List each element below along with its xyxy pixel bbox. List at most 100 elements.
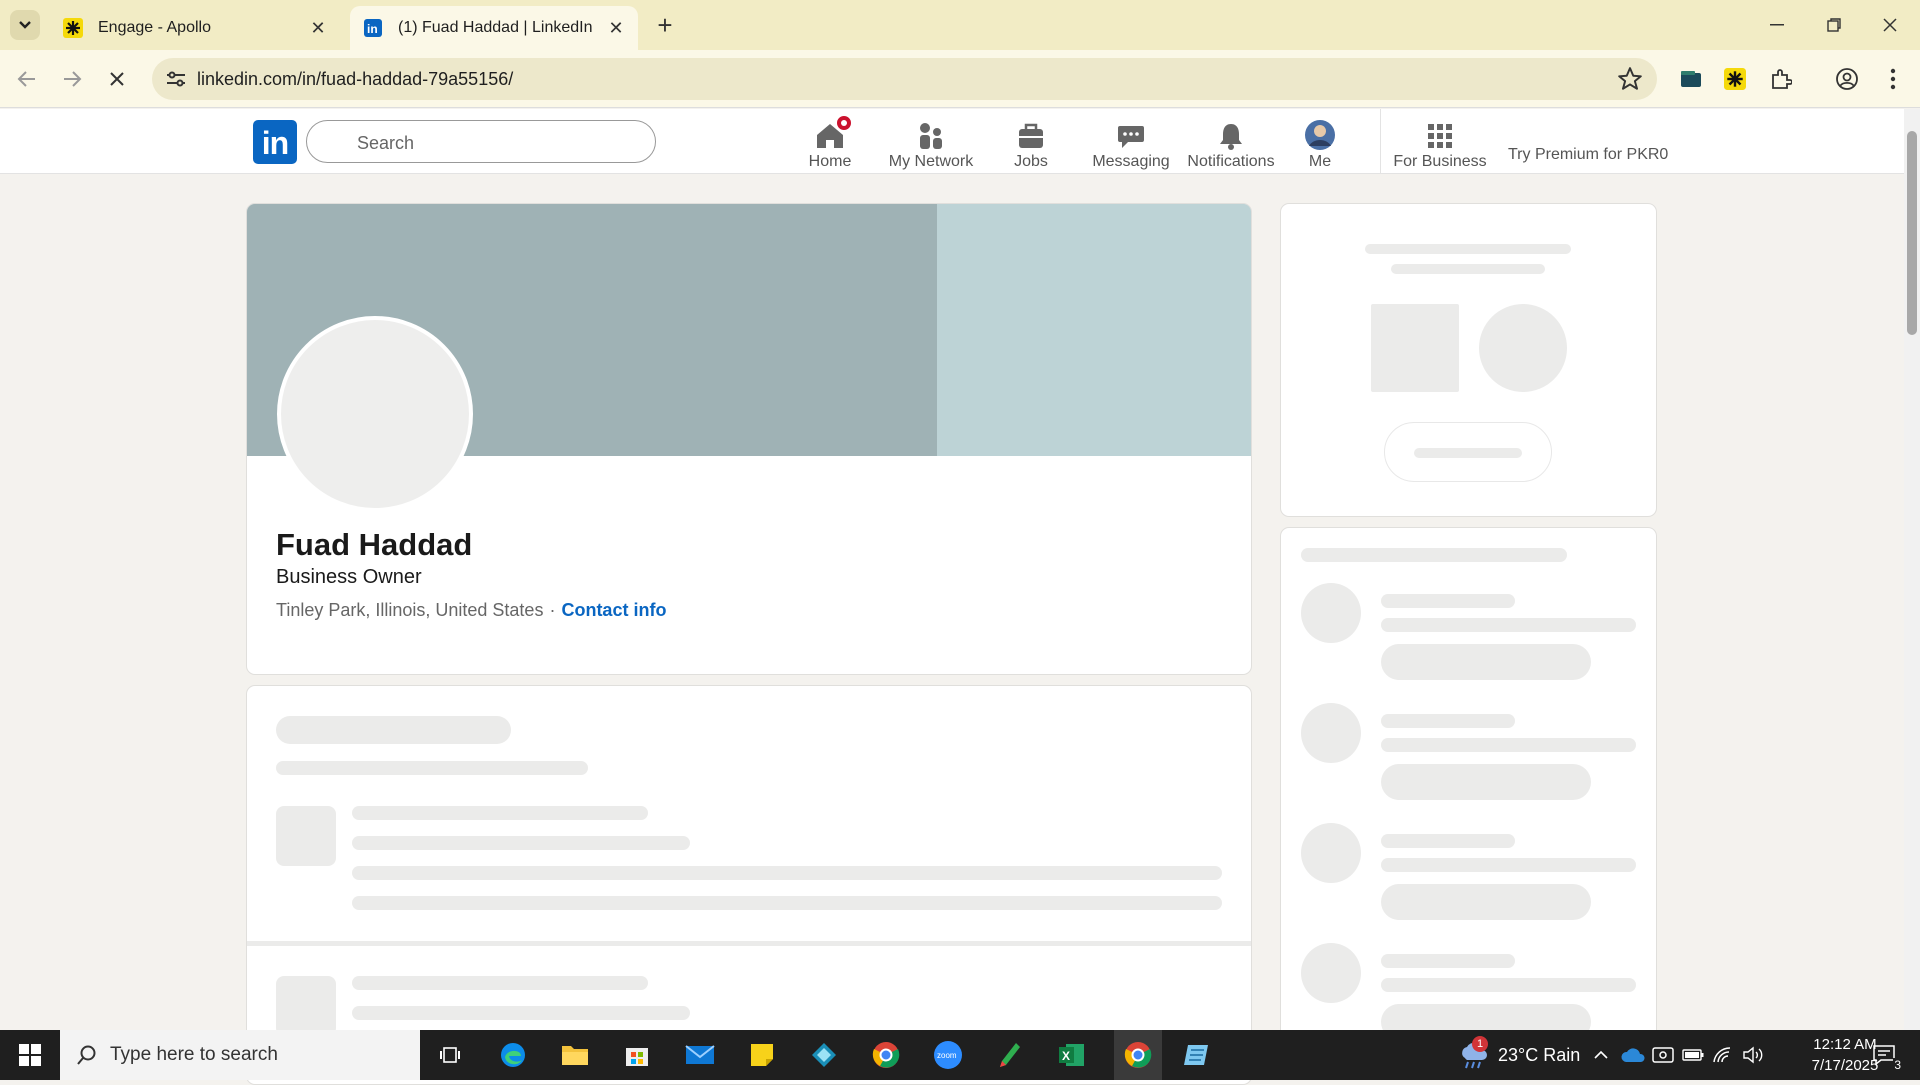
nav-me[interactable]: Me — [1290, 115, 1350, 171]
search-icon — [326, 134, 339, 147]
forward-button[interactable] — [55, 62, 89, 96]
camera-icon — [1652, 1047, 1674, 1063]
tray-meet-now[interactable] — [1648, 1038, 1678, 1072]
page-scrollbar[interactable] — [1904, 109, 1920, 1030]
bell-icon — [1220, 124, 1242, 150]
taskbar-zoom[interactable]: zoom — [928, 1038, 968, 1072]
notification-count: 3 — [1893, 1058, 1902, 1072]
banner-shape — [937, 204, 1251, 456]
site-info-icon[interactable] — [164, 67, 188, 91]
tab-linkedin[interactable]: in (1) Fuad Haddad | LinkedIn ✕ — [350, 6, 638, 50]
folder-icon — [562, 1046, 588, 1065]
tray-volume[interactable] — [1738, 1038, 1768, 1072]
windows-taskbar: Type here to search zoom X 1 23°C Rain 1… — [0, 1030, 1920, 1080]
taskbar-pen-app[interactable] — [990, 1038, 1030, 1072]
tray-battery[interactable] — [1678, 1038, 1708, 1072]
skeleton-circle — [1301, 703, 1361, 763]
skeleton-line — [1381, 594, 1515, 608]
taskbar-app-diamond[interactable] — [804, 1038, 844, 1072]
extension-wallet[interactable] — [1674, 62, 1708, 96]
minimize-button[interactable] — [1757, 8, 1797, 42]
extensions-button[interactable] — [1764, 62, 1798, 96]
try-premium-link[interactable]: Try Premium for PKR0 — [1508, 146, 1668, 164]
contact-info-link[interactable]: Contact info — [561, 600, 666, 621]
close-icon[interactable]: ✕ — [306, 16, 330, 40]
taskbar-excel[interactable]: X — [1052, 1038, 1092, 1072]
nav-for-business[interactable]: For Business — [1390, 115, 1490, 171]
new-tab-button[interactable]: + — [650, 10, 680, 40]
close-icon — [110, 72, 124, 86]
skeleton-line — [1381, 714, 1515, 728]
linkedin-logo[interactable]: in — [253, 120, 297, 164]
minimize-icon — [1770, 24, 1784, 26]
skeleton-circle — [1301, 583, 1361, 643]
task-view-button[interactable] — [430, 1038, 470, 1072]
sticky-note-icon — [751, 1044, 773, 1066]
nav-my-network[interactable]: My Network — [880, 115, 982, 171]
tab-search-button[interactable] — [10, 10, 40, 40]
arrow-right-icon — [64, 71, 82, 87]
tab-title: (1) Fuad Haddad | LinkedIn — [398, 19, 593, 36]
chrome-icon — [1124, 1042, 1152, 1068]
skeleton-line — [1381, 978, 1636, 992]
apollo-asterisk-icon — [1724, 68, 1746, 90]
profile-photo[interactable] — [277, 316, 473, 512]
close-window-button[interactable] — [1870, 8, 1910, 42]
zoom-icon: zoom — [934, 1041, 962, 1069]
taskbar-chrome[interactable] — [866, 1038, 906, 1072]
svg-text:X: X — [1062, 1049, 1070, 1063]
chat-bubble-icon — [1118, 126, 1144, 148]
profile-top-card: Fuad Haddad Business Owner Tinley Park, … — [246, 203, 1252, 675]
nav-jobs[interactable]: Jobs — [1000, 115, 1062, 171]
profile-button[interactable] — [1830, 62, 1864, 96]
taskbar-search-input[interactable]: Type here to search — [60, 1030, 420, 1080]
store-icon — [626, 1048, 648, 1066]
skeleton-square — [276, 806, 336, 866]
svg-text:in: in — [367, 22, 378, 36]
avatar — [1305, 120, 1335, 150]
people-icon — [920, 123, 942, 149]
skeleton-pill — [1381, 884, 1591, 920]
restore-icon — [1827, 18, 1841, 32]
close-icon — [1883, 18, 1897, 32]
taskbar-file-explorer[interactable] — [555, 1038, 595, 1072]
address-bar[interactable]: linkedin.com/in/fuad-haddad-79a55156/ — [152, 58, 1657, 100]
start-button[interactable] — [0, 1030, 60, 1080]
nav-notifications[interactable]: Notifications — [1185, 115, 1277, 171]
linkedin-favicon-icon: in — [362, 17, 384, 39]
notification-badge — [835, 114, 853, 132]
skeleton-line — [352, 976, 648, 990]
tray-onedrive[interactable] — [1618, 1038, 1648, 1072]
taskbar-chrome-active[interactable] — [1114, 1030, 1162, 1080]
chevron-up-icon — [1594, 1050, 1608, 1059]
bookmark-star-icon[interactable] — [1617, 66, 1643, 92]
extension-apollo[interactable] — [1718, 62, 1752, 96]
diamond-app-icon — [812, 1043, 836, 1067]
back-button[interactable] — [10, 62, 44, 96]
stop-loading-button[interactable] — [100, 62, 134, 96]
browser-menu-button[interactable] — [1876, 62, 1910, 96]
skeleton-line — [276, 761, 588, 775]
skeleton-circle — [1479, 304, 1567, 392]
taskbar-notepad[interactable] — [1176, 1038, 1216, 1072]
nav-messaging[interactable]: Messaging — [1087, 115, 1175, 171]
scrollbar-thumb[interactable] — [1907, 131, 1917, 335]
weather-widget[interactable]: 1 23°C Rain — [1458, 1030, 1580, 1080]
taskbar-edge[interactable] — [493, 1038, 533, 1072]
notification-center-button[interactable]: 3 — [1864, 1038, 1904, 1072]
skeleton-line — [1381, 858, 1636, 872]
windows-logo-icon — [19, 1044, 41, 1066]
search-input[interactable]: Search — [306, 120, 656, 163]
tab-apollo[interactable]: Engage - Apollo ✕ — [50, 6, 340, 50]
restore-button[interactable] — [1814, 8, 1854, 42]
tray-overflow-button[interactable] — [1586, 1038, 1616, 1072]
taskbar-store[interactable] — [617, 1038, 657, 1072]
mail-icon — [685, 1045, 715, 1064]
nav-label: Me — [1308, 153, 1332, 170]
taskbar-sticky-notes[interactable] — [742, 1038, 782, 1072]
tray-wifi[interactable] — [1708, 1038, 1738, 1072]
cloud-icon — [1621, 1048, 1645, 1062]
skeleton-line — [352, 896, 1222, 910]
taskbar-mail[interactable] — [680, 1038, 720, 1072]
close-icon[interactable]: ✕ — [604, 16, 628, 40]
